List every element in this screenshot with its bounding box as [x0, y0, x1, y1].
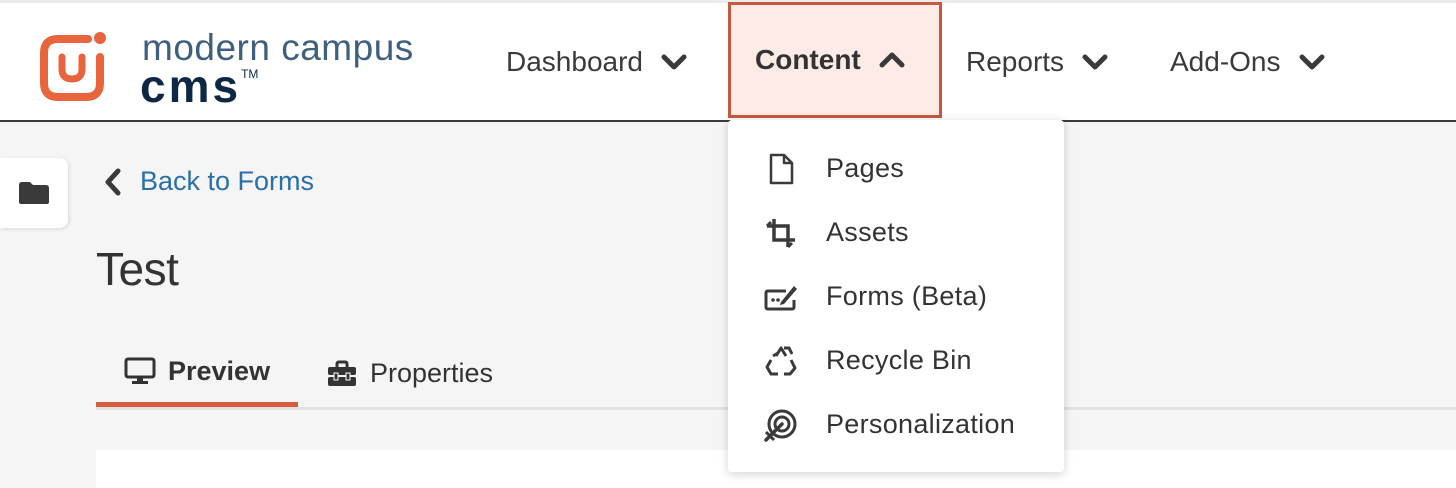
- brand-logo[interactable]: modern campus cmsTM: [38, 27, 458, 112]
- trademark-mark: TM: [241, 67, 259, 81]
- chevron-up-icon: [879, 51, 905, 69]
- monitor-icon: [124, 357, 156, 385]
- menu-item-forms-beta-label: Forms (Beta): [826, 280, 988, 311]
- back-to-forms-label: Back to Forms: [140, 166, 315, 196]
- nav-content-label: Content: [755, 44, 861, 75]
- nav-add-ons-label: Add-Ons: [1170, 45, 1281, 77]
- nav-dashboard[interactable]: Dashboard: [506, 3, 687, 120]
- menu-item-recycle-bin-label: Recycle Bin: [826, 344, 972, 375]
- logo-text-bottom: cmsTM: [140, 59, 258, 113]
- content-dropdown-menu: Pages Assets Forms (Beta) Recycle Bin Pe…: [728, 120, 1064, 472]
- file-icon: [764, 152, 798, 186]
- menu-item-pages[interactable]: Pages: [728, 136, 1064, 200]
- tab-preview-label: Preview: [168, 355, 271, 386]
- menu-item-forms-beta[interactable]: Forms (Beta): [728, 264, 1064, 328]
- menu-item-assets[interactable]: Assets: [728, 200, 1064, 264]
- tab-preview[interactable]: Preview: [96, 340, 298, 407]
- menu-item-recycle-bin[interactable]: Recycle Bin: [728, 328, 1064, 392]
- sidebar-toggle[interactable]: [0, 158, 68, 228]
- form-edit-icon: [764, 280, 798, 314]
- menu-item-personalization[interactable]: Personalization: [728, 392, 1064, 456]
- nav-reports-label: Reports: [966, 45, 1065, 77]
- menu-item-pages-label: Pages: [826, 152, 905, 183]
- chevron-down-icon: [1299, 53, 1325, 71]
- menu-item-assets-label: Assets: [826, 216, 909, 247]
- tab-properties[interactable]: Properties: [326, 340, 493, 407]
- recycle-icon: [764, 344, 798, 378]
- back-to-forms-link[interactable]: Back to Forms: [104, 166, 314, 197]
- page-title: Test: [96, 243, 179, 295]
- toolbox-icon: [326, 360, 358, 388]
- nav-dashboard-label: Dashboard: [506, 45, 643, 77]
- nav-reports[interactable]: Reports: [966, 3, 1108, 120]
- tab-properties-label: Properties: [370, 358, 494, 388]
- nav-add-ons[interactable]: Add-Ons: [1170, 3, 1325, 120]
- menu-item-personalization-label: Personalization: [826, 408, 1016, 439]
- chevron-down-icon: [1082, 53, 1108, 71]
- logo-text-cms: cms: [140, 60, 242, 112]
- crop-icon: [764, 216, 798, 250]
- chevron-down-icon: [661, 53, 687, 71]
- target-icon: [764, 408, 798, 442]
- chevron-left-icon: [104, 168, 122, 196]
- folder-icon: [19, 182, 49, 204]
- logo-mark-icon: [40, 32, 106, 101]
- nav-content[interactable]: Content: [728, 2, 942, 118]
